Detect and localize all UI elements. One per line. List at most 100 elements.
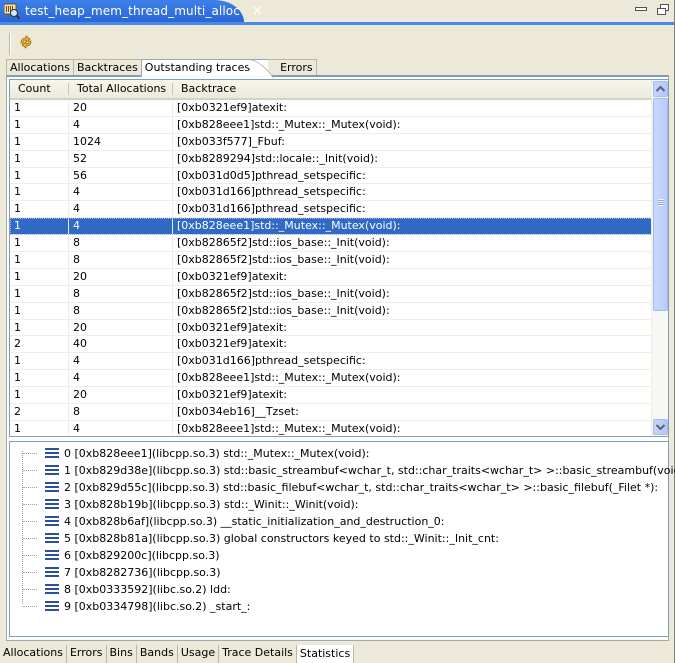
bottom-tab-errors[interactable]: Errors: [66, 645, 107, 663]
cell-backtrace: [0xb0321ef9]atexit:: [173, 319, 653, 336]
table-row[interactable]: 1 1024 [0xb033f577]_Fbuf:: [10, 133, 653, 151]
scroll-up-button[interactable]: [653, 81, 668, 97]
stack-frame-icon: [45, 601, 59, 612]
table-row[interactable]: 1 56 [0xb031d0d5]pthread_setspecific:: [10, 167, 653, 185]
cell-count: 1: [10, 268, 69, 285]
bottom-tab-allocations[interactable]: Allocations: [0, 645, 67, 663]
close-icon[interactable]: ✕: [252, 4, 263, 19]
stack-frame-icon: [45, 584, 59, 595]
stack-frame-item[interactable]: 5 [0xb828b81a](libcpp.so.3) global const…: [20, 530, 499, 547]
table-row[interactable]: 1 4 [0xb031d166]pthread_setspecific:: [10, 201, 653, 219]
tree-connector: [23, 521, 37, 522]
cell-count: 1: [10, 387, 69, 404]
memory-analysis-editor: test_heap_mem_thread_multi_alloc ✕ Alloc…: [0, 0, 675, 663]
table-row[interactable]: 1 4 [0xb031d166]pthread_setspecific:: [10, 184, 653, 202]
cell-backtrace: [0xb034eb16]__Tzset:: [173, 404, 653, 420]
table-row[interactable]: 2 40 [0xb0321ef9]atexit:: [10, 336, 653, 354]
cell-total-allocations: 8: [69, 252, 173, 268]
cell-backtrace: [0xb031d166]pthread_setspecific:: [173, 353, 653, 370]
bottom-tab-usage[interactable]: Usage: [177, 645, 220, 663]
column-header-count[interactable]: Count: [10, 80, 69, 98]
table-row[interactable]: 1 20 [0xb0321ef9]atexit:: [10, 100, 653, 117]
cell-count: 1: [10, 100, 69, 116]
table-row[interactable]: 1 4 [0xb828eee1]std::_Mutex::_Mutex(void):: [10, 116, 653, 134]
stack-frame-label: 5 [0xb828b81a](libcpp.so.3) global const…: [64, 532, 499, 545]
bottom-tab-bins[interactable]: Bins: [106, 645, 137, 663]
table-row[interactable]: 1 4 [0xb828eee1]std::_Mutex::_Mutex(void):: [10, 218, 653, 236]
table-row[interactable]: 1 20 [0xb0321ef9]atexit:: [10, 319, 653, 337]
cell-total-allocations: 8: [69, 285, 173, 302]
grip-icon: [658, 199, 664, 206]
tab-errors[interactable]: Errors: [267, 59, 317, 76]
cell-total-allocations: 52: [69, 150, 173, 167]
stack-frame-icon: [45, 499, 59, 510]
table-row[interactable]: 1 8 [0xb82865f2]std::ios_base::_Init(void)…: [10, 252, 653, 269]
cell-count: 1: [10, 353, 69, 370]
tab-backtraces[interactable]: Backtraces: [72, 59, 142, 76]
table-row[interactable]: 1 52 [0xb8289294]std::locale::_Init(void):: [10, 150, 653, 168]
tab-outstanding-traces[interactable]: Outstanding traces: [140, 59, 269, 77]
cell-backtrace: [0xb82865f2]std::ios_base::_Init(void):: [173, 285, 653, 302]
table-row[interactable]: 1 8 [0xb82865f2]std::ios_base::_Init(void)…: [10, 235, 653, 253]
cell-total-allocations: 4: [69, 420, 173, 436]
table-row[interactable]: 1 8 [0xb82865f2]std::ios_base::_Init(void)…: [10, 302, 653, 320]
refresh-icon: [20, 35, 32, 49]
table-header: Count Total Allocations Backtrace: [10, 80, 653, 100]
stack-frame-item[interactable]: 1 [0xb829d38e](libcpp.so.3) std::basic_s…: [20, 462, 675, 479]
cell-backtrace: [0xb0321ef9]atexit:: [173, 387, 653, 404]
stack-frame-item[interactable]: 9 [0xb0334798](libc.so.2) _start_:: [20, 598, 250, 615]
tree-connector: [23, 487, 37, 488]
cell-backtrace: [0xb0321ef9]atexit:: [173, 336, 653, 353]
stack-frame-item[interactable]: 0 [0xb828eee1](libcpp.so.3) std::_Mutex:…: [20, 445, 369, 462]
bottom-tab-bands[interactable]: Bands: [136, 645, 178, 663]
cell-total-allocations: 20: [69, 268, 173, 285]
cell-backtrace: [0xb82865f2]std::ios_base::_Init(void):: [173, 235, 653, 252]
cell-count: 2: [10, 336, 69, 353]
scroll-down-button[interactable]: [653, 419, 668, 435]
tab-allocations[interactable]: Allocations: [6, 59, 74, 76]
stack-frame-item[interactable]: 2 [0xb829d55c](libcpp.so.3) std::basic_f…: [20, 479, 658, 496]
table-row[interactable]: 1 8 [0xb82865f2]std::ios_base::_Init(void)…: [10, 285, 653, 303]
vertical-scrollbar[interactable]: [651, 80, 668, 436]
cell-total-allocations: 8: [69, 404, 173, 420]
stack-frame-icon: [45, 516, 59, 527]
bottom-tab-statistics[interactable]: Statistics: [296, 645, 355, 663]
stack-frame-item[interactable]: 8 [0xb0333592](libc.so.2) ldd:: [20, 581, 231, 598]
stack-frame-icon: [45, 567, 59, 578]
stack-frame-item[interactable]: 3 [0xb828b19b](libcpp.so.3) std::_Winit:…: [20, 496, 358, 513]
cell-backtrace: [0xb031d166]pthread_setspecific:: [173, 201, 653, 218]
cell-total-allocations: 4: [69, 218, 173, 235]
stack-frame-label: 9 [0xb0334798](libc.so.2) _start_:: [64, 600, 251, 613]
editor-tab[interactable]: test_heap_mem_thread_multi_alloc ✕: [0, 0, 263, 22]
bottom-tab-trace-details[interactable]: Trace Details: [219, 645, 297, 663]
editor-title: test_heap_mem_thread_multi_alloc: [25, 4, 240, 18]
cell-count: 1: [10, 201, 69, 218]
memory-analysis-icon: [3, 3, 21, 20]
cell-count: 2: [10, 404, 69, 420]
minimize-icon[interactable]: [635, 7, 647, 11]
bottom-tab-bar: Allocations Errors Bins Bands Usage Trace Det…: [0, 645, 355, 663]
cell-count: 1: [10, 252, 69, 268]
column-header-total-allocations[interactable]: Total Allocations: [69, 80, 173, 98]
tree-connector: [23, 572, 37, 573]
scroll-thumb[interactable]: [653, 98, 668, 311]
refresh-button[interactable]: [17, 33, 35, 51]
table-row[interactable]: 1 20 [0xb0321ef9]atexit:: [10, 387, 653, 405]
table-body: 1 20 [0xb0321ef9]atexit: 1 4 [0xb828eee1]std:…: [10, 100, 653, 436]
table-row[interactable]: 1 4 [0xb828eee1]std::_Mutex::_Mutex(void):: [10, 420, 653, 436]
cell-total-allocations: 8: [69, 302, 173, 319]
stack-frame-item[interactable]: 6 [0xb829200c](libcpp.so.3): [20, 547, 220, 564]
table-row[interactable]: 1 4 [0xb828eee1]std::_Mutex::_Mutex(void):: [10, 370, 653, 388]
table-row[interactable]: 1 20 [0xb0321ef9]atexit:: [10, 268, 653, 286]
stack-frame-item[interactable]: 4 [0xb828b6af](libcpp.so.3) __static_ini…: [20, 513, 445, 530]
cell-backtrace: [0xb0321ef9]atexit:: [173, 268, 653, 285]
cell-count: 1: [10, 319, 69, 336]
restore-icon[interactable]: [657, 4, 669, 15]
table-row[interactable]: 1 4 [0xb031d166]pthread_setspecific:: [10, 353, 653, 371]
editor-tab-bar: test_heap_mem_thread_multi_alloc ✕: [0, 0, 674, 25]
stack-frame-icon: [45, 482, 59, 493]
table-row[interactable]: 2 8 [0xb034eb16]__Tzset:: [10, 404, 653, 421]
column-header-backtrace[interactable]: Backtrace: [173, 80, 653, 98]
stack-frame-item[interactable]: 7 [0xb8282736](libcpp.so.3): [20, 564, 221, 581]
cell-backtrace: [0xb033f577]_Fbuf:: [173, 133, 653, 150]
